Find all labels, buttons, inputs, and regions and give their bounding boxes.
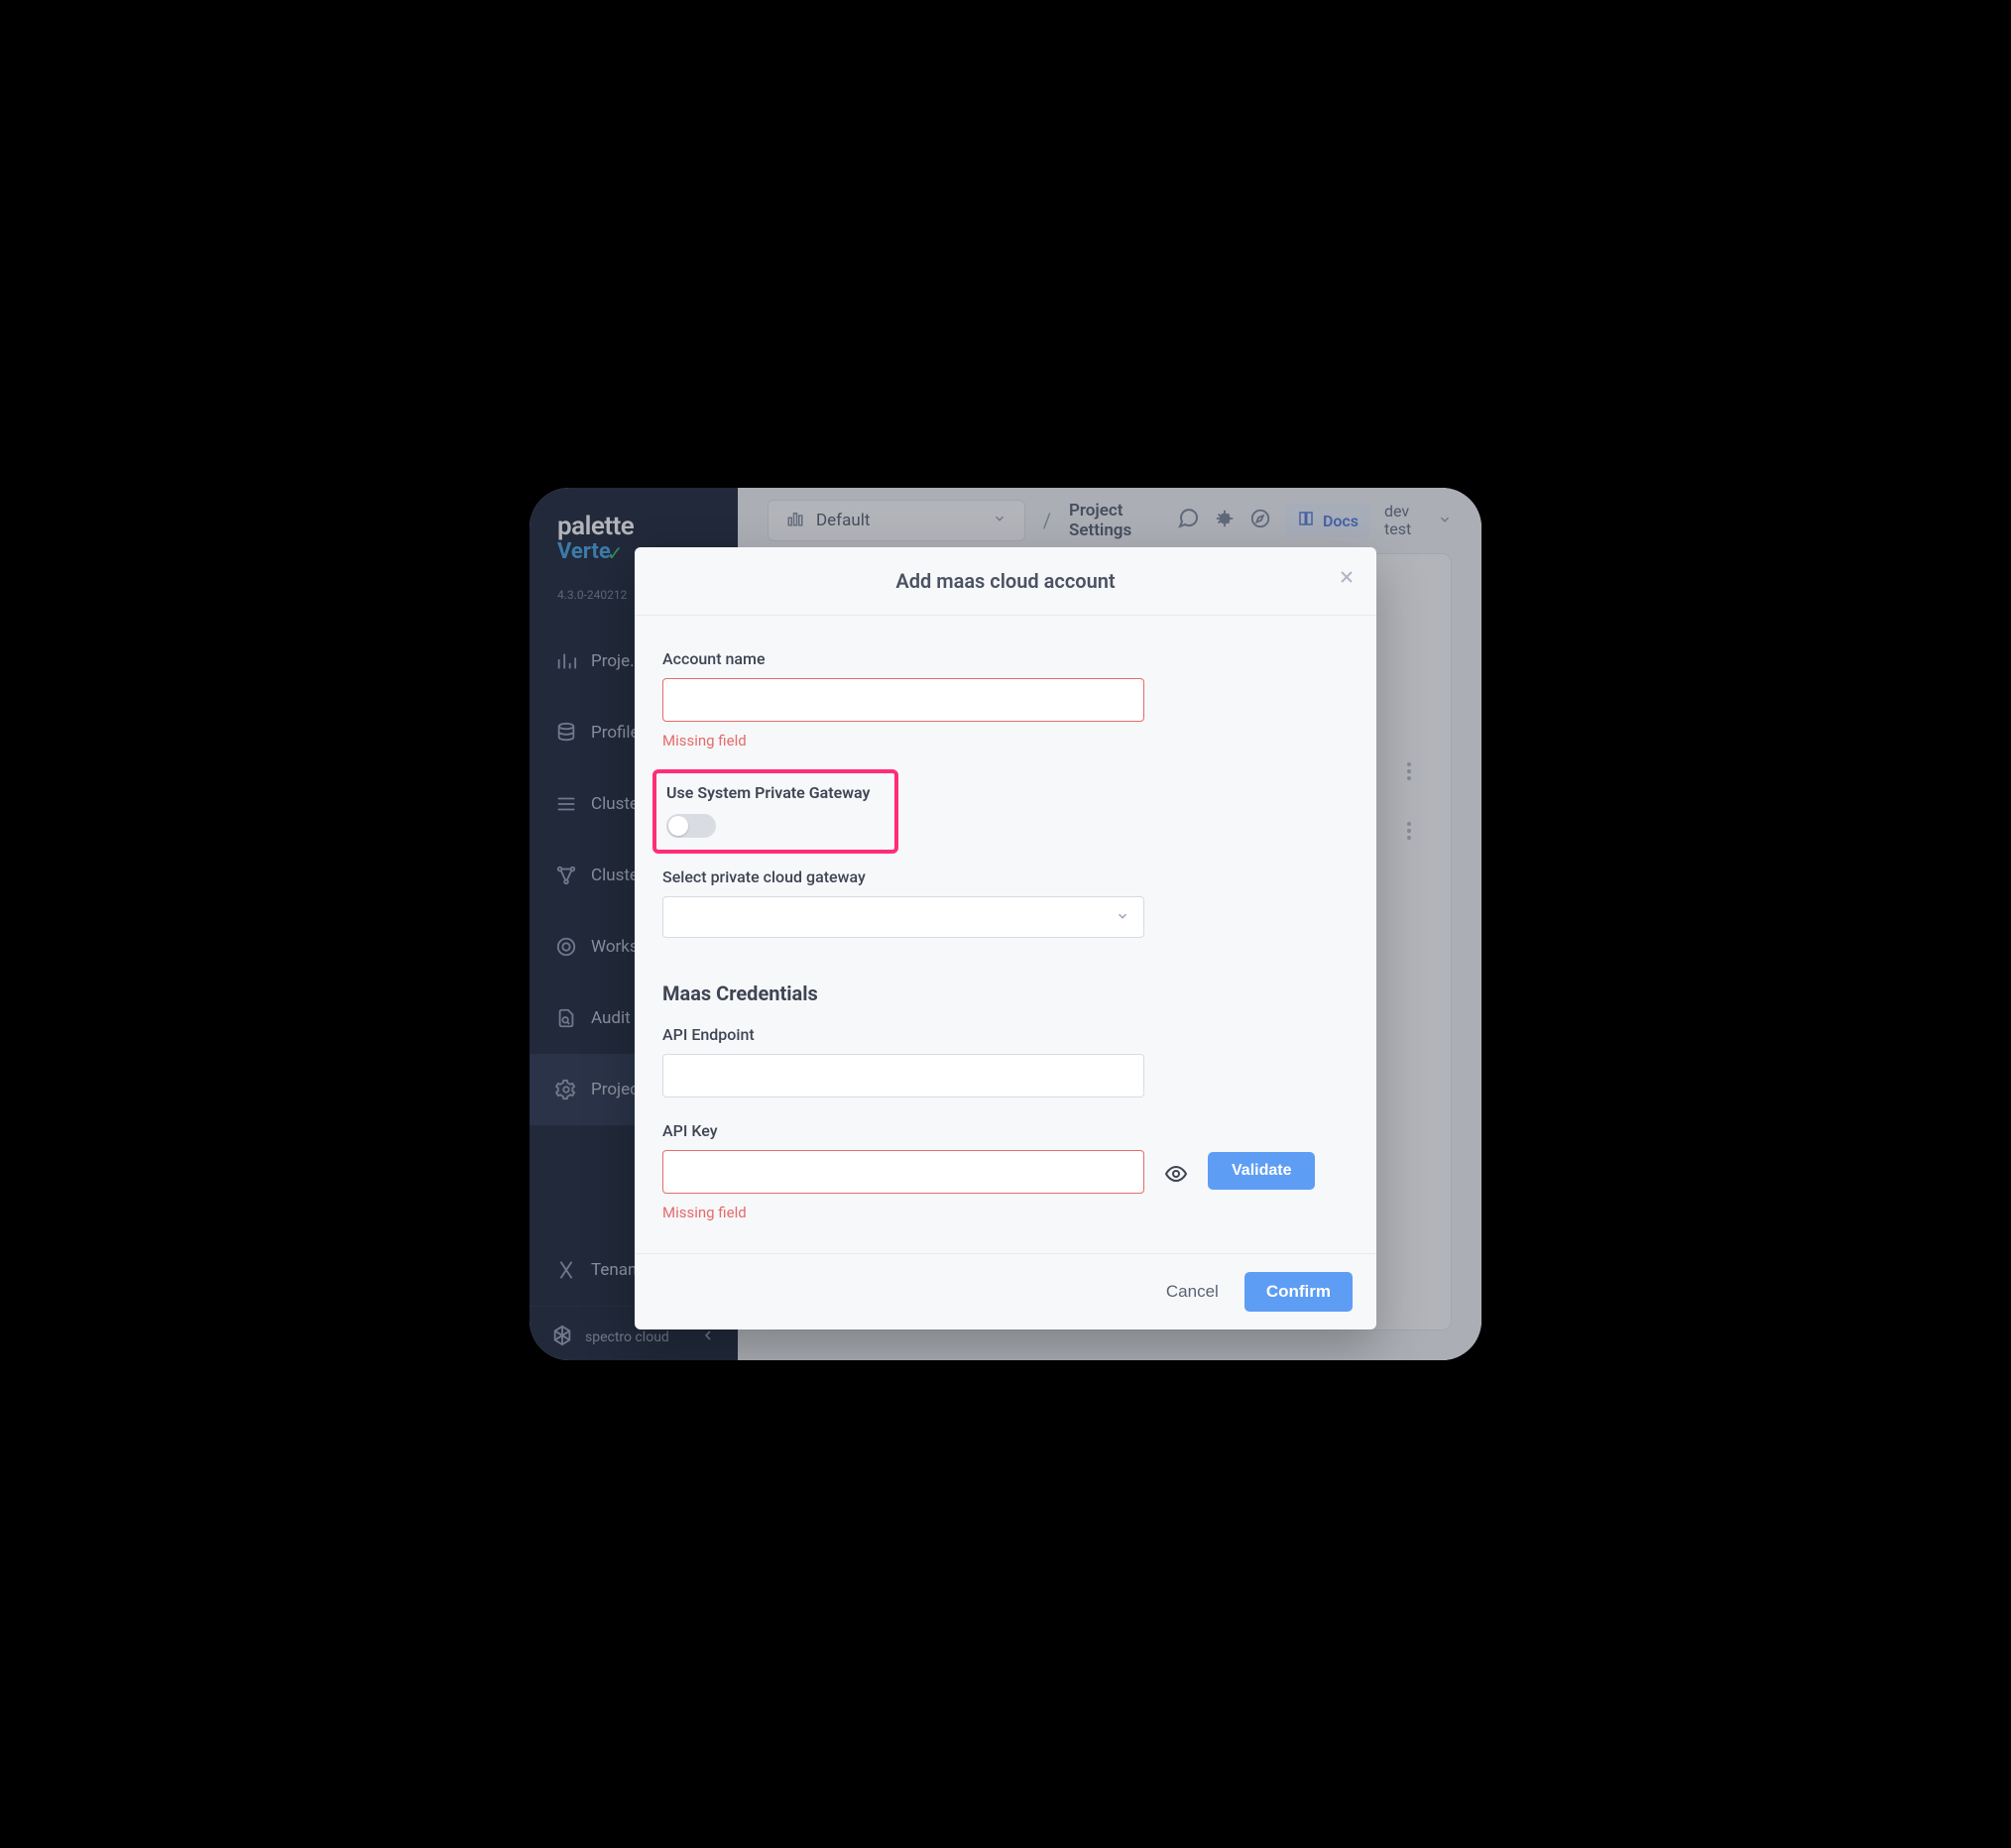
cancel-button[interactable]: Cancel [1156, 1274, 1229, 1310]
close-icon[interactable] [1337, 567, 1357, 592]
system-private-gateway-toggle[interactable] [666, 814, 716, 838]
account-name-field: Account name Missing field [662, 649, 1349, 750]
private-gateway-field: Select private cloud gateway [662, 867, 1349, 938]
account-name-label: Account name [662, 649, 1349, 668]
private-gateway-label: Select private cloud gateway [662, 867, 1349, 886]
private-gateway-select[interactable] [662, 896, 1144, 938]
credentials-heading: Maas Credentials [662, 982, 1349, 1005]
app-window: palette Verte✓ 4.3.0-240212 Proje… Profi… [530, 488, 1481, 1360]
modal-overlay: Add maas cloud account Account name Miss… [530, 488, 1481, 1360]
add-cloud-account-modal: Add maas cloud account Account name Miss… [635, 547, 1376, 1329]
validate-button[interactable]: Validate [1208, 1152, 1315, 1190]
api-key-error: Missing field [662, 1204, 1349, 1221]
confirm-button[interactable]: Confirm [1244, 1272, 1353, 1312]
api-key-field: API Key Validate Missing field [662, 1121, 1349, 1221]
api-key-label: API Key [662, 1121, 1349, 1140]
account-name-input[interactable] [662, 678, 1144, 722]
modal-header: Add maas cloud account [635, 547, 1376, 616]
api-endpoint-field: API Endpoint [662, 1025, 1349, 1097]
api-key-input[interactable] [662, 1150, 1144, 1194]
account-name-error: Missing field [662, 732, 1349, 750]
api-endpoint-label: API Endpoint [662, 1025, 1349, 1044]
modal-footer: Cancel Confirm [635, 1253, 1376, 1329]
system-private-gateway-label: Use System Private Gateway [666, 783, 885, 802]
toggle-knob [668, 816, 688, 836]
reveal-password-icon[interactable] [1164, 1162, 1188, 1190]
system-private-gateway-highlight: Use System Private Gateway [652, 769, 898, 854]
chevron-down-icon [1116, 908, 1129, 927]
modal-body: Account name Missing field Use System Pr… [635, 616, 1376, 1253]
modal-title: Add maas cloud account [662, 569, 1349, 593]
api-endpoint-input[interactable] [662, 1054, 1144, 1097]
